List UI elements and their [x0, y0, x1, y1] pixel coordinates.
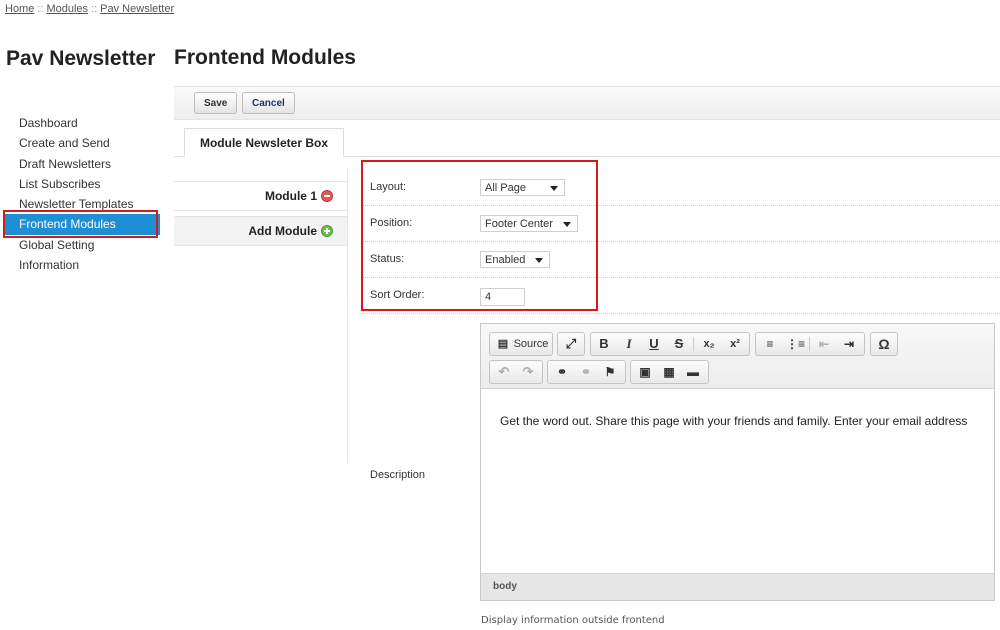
sidebar-item-global-setting[interactable]: Global Setting [5, 235, 160, 255]
module-1-label: Module 1 [264, 189, 317, 203]
outdent-icon[interactable]: ⇤ [815, 335, 833, 353]
breadcrumb-home-link[interactable]: Home [5, 3, 34, 15]
editor-group-tools: ⤢ [557, 332, 585, 356]
chevron-down-icon [563, 222, 571, 227]
source-icon: ▤ [497, 338, 509, 350]
link-icon[interactable]: ⚭ [553, 363, 571, 381]
underline-icon[interactable]: U [646, 335, 662, 353]
layout-row: Layout: All Page [362, 170, 1000, 206]
special-character-icon[interactable]: Ω [875, 335, 893, 353]
remove-module-icon[interactable] [321, 190, 333, 202]
position-select[interactable]: Footer Center [480, 215, 578, 232]
breadcrumb-pav-newsletter-link[interactable]: Pav Newsletter [100, 3, 174, 15]
module-list-divider [347, 170, 348, 462]
sidebar-item-frontend-modules[interactable]: Frontend Modules [5, 214, 160, 235]
position-label: Position: [370, 217, 413, 229]
chevron-down-icon [535, 258, 543, 263]
module-1-item[interactable]: Module 1 [174, 181, 347, 211]
editor-group-links: ⚭ ⚭ ⚑ [547, 360, 626, 384]
sidebar-item-dashboard[interactable]: Dashboard [5, 113, 160, 133]
numbered-list-icon[interactable]: ≡ [761, 335, 779, 353]
unlink-icon[interactable]: ⚭ [577, 363, 595, 381]
layout-label: Layout: [370, 181, 407, 193]
sidebar-nav: Dashboard Create and Send Draft Newslett… [3, 113, 160, 275]
status-label: Status: [370, 253, 405, 265]
status-select[interactable]: Enabled [480, 251, 550, 268]
toolbar-separator [693, 337, 694, 351]
bulleted-list-icon[interactable]: ⋮≡ [786, 335, 805, 353]
subscript-icon[interactable]: x₂ [699, 335, 719, 353]
cancel-button[interactable]: Cancel [242, 92, 295, 114]
sidebar-item-information[interactable]: Information [5, 255, 160, 275]
page-title: Frontend Modules [174, 46, 356, 69]
sort-order-input[interactable]: 4 [480, 288, 525, 306]
breadcrumb: Home:: Modules:: Pav Newsletter [5, 3, 174, 15]
strikethrough-icon[interactable]: S [671, 335, 687, 353]
editor-group-undo: ↶ ↷ [489, 360, 543, 384]
image-icon[interactable]: ▣ [636, 363, 654, 381]
sidebar-item-newsletter-templates[interactable]: Newsletter Templates [5, 194, 160, 214]
add-module-button[interactable]: Add Module [174, 216, 347, 246]
save-button[interactable]: Save [194, 92, 238, 114]
bold-icon[interactable]: B [596, 335, 612, 353]
editor-content-text: Get the word out. Share this page with y… [500, 414, 968, 428]
indent-icon[interactable]: ⇥ [840, 335, 858, 353]
editor-group-insert: ▣ ▦ ▬ [630, 360, 709, 384]
action-toolbar: Save Cancel [174, 86, 1000, 120]
editor-group-document: ▤ Source [489, 332, 553, 356]
description-label: Description [370, 469, 426, 481]
editor-group-paragraph: ≡ ⋮≡ ⇤ ⇥ [755, 332, 865, 356]
status-row: Status: Enabled [362, 242, 1000, 278]
editor-content-area[interactable]: Get the word out. Share this page with y… [481, 388, 994, 574]
position-row: Position: Footer Center [362, 206, 1000, 242]
anchor-flag-icon[interactable]: ⚑ [601, 363, 619, 381]
italic-icon[interactable]: I [621, 335, 637, 353]
description-help-text: Display information outside frontend [481, 615, 665, 626]
editor-toolbar: ▤ Source ⤢ B I U S x₂ x² ≡ ⋮≡ ⇤ ⇥ Ω ↶ ↷ [481, 324, 994, 389]
editor-group-insert-special: Ω [870, 332, 898, 356]
editor-element-path[interactable]: body [493, 581, 517, 592]
chevron-down-icon [550, 186, 558, 191]
table-icon[interactable]: ▦ [660, 363, 678, 381]
source-button[interactable]: Source [513, 335, 549, 353]
add-module-label: Add Module [248, 224, 317, 238]
sidebar-item-list-subscribes[interactable]: List Subscribes [5, 174, 160, 194]
breadcrumb-separator: :: [37, 3, 44, 15]
sidebar-item-create-and-send[interactable]: Create and Send [5, 133, 160, 153]
editor-status-bar: body [481, 573, 994, 600]
tab-module-newsleter-box[interactable]: Module Newsleter Box [184, 128, 344, 157]
toolbar-separator [809, 337, 810, 351]
module-brand-title: Pav Newsletter [6, 47, 156, 70]
redo-icon[interactable]: ↷ [519, 363, 537, 381]
editor-group-basicstyles: B I U S x₂ x² [590, 332, 750, 356]
superscript-icon[interactable]: x² [725, 335, 745, 353]
breadcrumb-separator: :: [91, 3, 98, 15]
layout-select[interactable]: All Page [480, 179, 565, 196]
sort-order-row: Sort Order: 4 [362, 278, 1000, 314]
undo-icon[interactable]: ↶ [495, 363, 513, 381]
breadcrumb-modules-link[interactable]: Modules [46, 3, 88, 15]
layout-select-value: All Page [485, 182, 526, 194]
sort-order-label: Sort Order: [370, 289, 425, 301]
maximize-icon[interactable]: ⤢ [562, 335, 580, 353]
status-select-value: Enabled [485, 254, 526, 266]
sidebar-item-draft-newsletters[interactable]: Draft Newsletters [5, 154, 160, 174]
position-select-value: Footer Center [485, 218, 553, 230]
rich-text-editor[interactable]: ▤ Source ⤢ B I U S x₂ x² ≡ ⋮≡ ⇤ ⇥ Ω ↶ ↷ [480, 323, 995, 601]
add-icon [321, 225, 333, 237]
horizontal-line-icon[interactable]: ▬ [684, 363, 702, 381]
